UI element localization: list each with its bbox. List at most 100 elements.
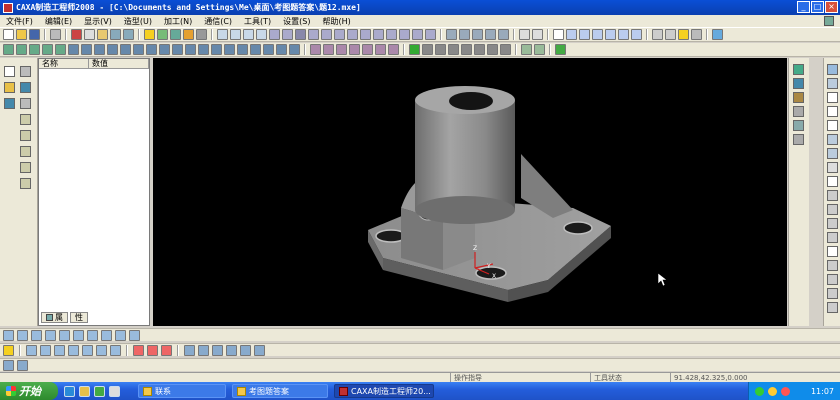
menu-edit[interactable]: 编辑(E) (39, 16, 78, 27)
open-file-icon[interactable] (16, 29, 27, 40)
wireframe-icon[interactable] (269, 29, 280, 40)
ref-icon[interactable] (212, 344, 223, 356)
check-icon[interactable] (226, 344, 237, 356)
blank-icon[interactable] (198, 344, 209, 356)
wave-2-icon[interactable] (147, 344, 158, 356)
menu-communication[interactable]: 通信(C) (198, 16, 238, 27)
reverse-icon[interactable] (68, 344, 79, 356)
window-icon[interactable] (519, 29, 530, 40)
minimize-button[interactable]: _ (797, 1, 810, 13)
transform-icon[interactable] (409, 44, 420, 55)
hole-icon[interactable] (146, 44, 157, 55)
hidden-line-icon[interactable] (282, 29, 293, 40)
area-icon[interactable] (87, 329, 98, 341)
curve-break-icon[interactable] (827, 274, 838, 285)
line-icon[interactable] (827, 64, 838, 75)
paste-icon[interactable] (97, 29, 108, 40)
revolve-icon[interactable] (29, 44, 40, 55)
menu-tools[interactable]: 工具(T) (238, 16, 277, 27)
delete-icon[interactable] (500, 44, 511, 55)
drill-icon[interactable] (73, 329, 84, 341)
curve-trim-icon[interactable] (827, 260, 838, 271)
undo-icon[interactable] (110, 29, 121, 40)
new-file-icon[interactable] (3, 29, 14, 40)
render-icon[interactable] (334, 29, 345, 40)
menu-settings[interactable]: 设置(S) (277, 16, 316, 27)
wave-3-icon[interactable] (161, 344, 172, 356)
finishing-icon[interactable] (31, 329, 42, 341)
surface-extrude-icon[interactable] (349, 44, 360, 55)
curve-fit-icon[interactable] (827, 302, 838, 313)
roughing-icon[interactable] (17, 329, 28, 341)
zoom-previous-icon[interactable] (605, 29, 616, 40)
volume-icon[interactable] (768, 386, 777, 396)
tool-icon[interactable] (446, 29, 457, 40)
view-top-icon[interactable] (217, 29, 228, 40)
lamp-icon[interactable] (678, 29, 689, 40)
menu-modeling[interactable]: 造型(U) (118, 16, 158, 27)
break-tool-icon[interactable] (793, 134, 804, 145)
dimension-icon[interactable] (827, 190, 838, 201)
parallel-icon[interactable] (101, 329, 112, 341)
mirror-icon[interactable] (224, 44, 235, 55)
light-icon[interactable] (144, 29, 155, 40)
redo-icon[interactable] (123, 29, 134, 40)
circle-icon[interactable] (20, 146, 31, 157)
cut-sweep-icon[interactable] (107, 44, 118, 55)
code-icon[interactable] (485, 29, 496, 40)
trim-tool-icon[interactable] (793, 92, 804, 103)
arc-draw-icon[interactable] (827, 134, 838, 145)
simulate-icon[interactable] (472, 29, 483, 40)
clock[interactable]: 11:07 (811, 387, 840, 396)
move-icon[interactable] (422, 44, 433, 55)
text-icon[interactable] (20, 162, 31, 173)
maximize-button[interactable]: □ (811, 1, 824, 13)
grid-snap-icon[interactable] (20, 82, 31, 93)
post-icon[interactable] (498, 29, 509, 40)
surface-icon[interactable] (386, 29, 397, 40)
pocket-icon[interactable] (59, 329, 70, 341)
dropdown-icon[interactable] (196, 29, 207, 40)
solid-icon[interactable] (399, 29, 410, 40)
close-button[interactable]: × (825, 1, 838, 13)
point-icon[interactable] (20, 66, 31, 77)
view-side-icon[interactable] (243, 29, 254, 40)
extrude-icon[interactable] (16, 44, 27, 55)
trophy-icon[interactable] (555, 44, 566, 55)
task-caxa[interactable]: CAXA制造工程师20... (334, 384, 434, 398)
pattern-linear-icon[interactable] (198, 44, 209, 55)
tool-library-icon[interactable] (184, 344, 195, 356)
view-front-icon[interactable] (230, 29, 241, 40)
edit-path-icon[interactable] (26, 344, 37, 356)
copy-move-icon[interactable] (435, 44, 446, 55)
copy-icon[interactable] (84, 29, 95, 40)
insert-point-icon[interactable] (40, 344, 51, 356)
security-icon[interactable] (781, 386, 790, 396)
process-sheet-icon[interactable] (17, 359, 28, 371)
color-pick-icon[interactable] (4, 98, 15, 109)
curve-draw-icon[interactable] (827, 148, 838, 159)
text-draw-icon[interactable] (827, 246, 838, 257)
shell-icon[interactable] (159, 44, 170, 55)
rectangle-icon[interactable] (827, 106, 838, 117)
curve-icon[interactable] (373, 29, 384, 40)
zoom-in-icon[interactable] (579, 29, 590, 40)
offset-curve-icon[interactable] (20, 178, 31, 189)
app-icon[interactable] (3, 2, 13, 13)
help-icon[interactable] (824, 16, 834, 26)
arc-icon[interactable] (20, 114, 31, 125)
normal-icon[interactable] (360, 29, 371, 40)
tab-properties-2[interactable]: 性 (70, 312, 88, 323)
sketch-icon[interactable] (425, 29, 436, 40)
setting-icon[interactable] (691, 29, 702, 40)
edge-icon[interactable] (308, 29, 319, 40)
feature-icon[interactable] (412, 29, 423, 40)
split-icon[interactable] (250, 44, 261, 55)
pencil-icon[interactable] (4, 82, 15, 93)
extend-tool-icon[interactable] (793, 106, 804, 117)
generate-code-icon[interactable] (3, 359, 14, 371)
loft-icon[interactable] (42, 44, 53, 55)
menu-file[interactable]: 文件(F) (0, 16, 39, 27)
ie-icon[interactable] (64, 385, 75, 397)
cut-loft-icon[interactable] (94, 44, 105, 55)
